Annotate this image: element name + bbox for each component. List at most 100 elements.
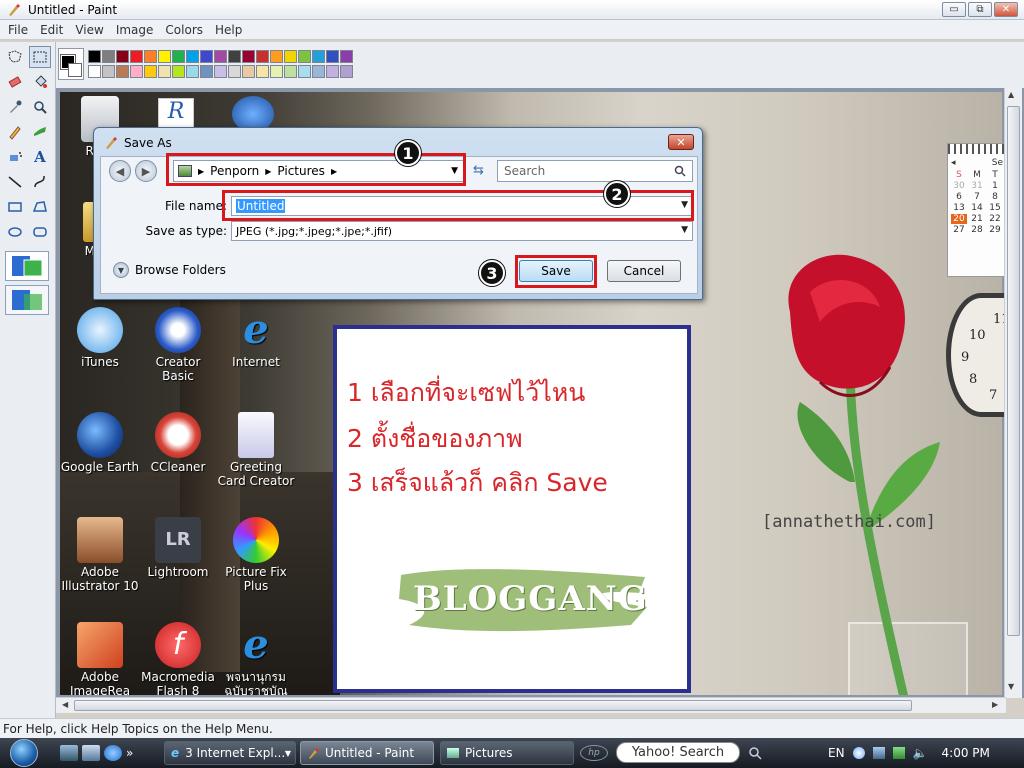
taskbar-item-paint[interactable]: Untitled - Paint [300, 741, 434, 765]
desktop-icon-internet[interactable]: e Internet [216, 307, 296, 370]
color-swatch[interactable] [102, 50, 115, 63]
desktop-icon-dictionary[interactable]: e พจนานุกรม ฉบับราชบัณ [216, 622, 296, 696]
color-swatch[interactable] [340, 50, 353, 63]
color-swatch[interactable] [144, 50, 157, 63]
color-swatch[interactable] [298, 50, 311, 63]
calendar-gadget[interactable]: ◂ Se S M T 30 31 1 6 7 8 13 14 15 20 21 22 27 28 29 [947, 143, 1007, 277]
menu-file[interactable]: File [2, 23, 34, 37]
calendar-day[interactable]: 22 [987, 214, 1003, 224]
desktop-icon-picture-fix[interactable]: Picture Fix Plus [216, 517, 296, 593]
calendar-day[interactable]: 29 [987, 225, 1003, 235]
color-swatch[interactable] [116, 65, 129, 78]
vertical-scrollbar[interactable]: ▲ ▼ [1004, 88, 1022, 698]
menu-view[interactable]: View [69, 23, 109, 37]
color-swatch[interactable] [200, 50, 213, 63]
desktop-icon-creator-basic[interactable]: Creator Basic [138, 307, 218, 383]
quick-launch-more-icon[interactable]: » [126, 746, 133, 760]
calendar-day[interactable]: 30 [951, 181, 967, 191]
eraser-icon[interactable] [4, 71, 26, 93]
rounded-rect-tool-icon[interactable] [29, 221, 51, 243]
yahoo-search-box[interactable]: Yahoo! Search [616, 742, 740, 763]
search-icon[interactable] [748, 746, 762, 760]
color-picker-icon[interactable] [4, 96, 26, 118]
close-button[interactable]: ✕ [994, 2, 1018, 17]
color-swatch[interactable] [270, 65, 283, 78]
hp-logo-icon[interactable]: hp [580, 745, 608, 761]
horizontal-scrollbar[interactable]: ◀ ▶ [56, 697, 1006, 713]
transparent-option[interactable] [5, 285, 49, 315]
color-swatch[interactable] [88, 65, 101, 78]
back-button[interactable]: ◀ [109, 160, 131, 182]
calendar-day[interactable]: 20 [951, 214, 967, 224]
color-swatch[interactable] [256, 50, 269, 63]
search-input[interactable]: Search [497, 160, 693, 182]
switch-windows-icon[interactable] [82, 745, 100, 761]
color-swatch[interactable] [242, 65, 255, 78]
browse-folders-toggle[interactable]: ▼ Browse Folders [113, 262, 226, 278]
ie-quicklaunch-icon[interactable] [104, 745, 122, 761]
desktop-icon-lightroom[interactable]: LR Lightroom [138, 517, 218, 579]
calendar-day[interactable]: 27 [951, 225, 967, 235]
scroll-up-icon[interactable]: ▲ [1008, 90, 1014, 99]
color-swatch[interactable] [340, 65, 353, 78]
taskbar-item-pictures[interactable]: Pictures [440, 741, 574, 765]
taskbar-item-ie[interactable]: e 3 Internet Expl... ▼ [164, 741, 296, 765]
dialog-close-button[interactable]: ✕ [668, 134, 694, 150]
calendar-day[interactable]: 13 [951, 203, 967, 213]
calendar-day[interactable]: 6 [951, 192, 967, 202]
show-desktop-icon[interactable] [60, 745, 78, 761]
refresh-icon[interactable]: ⇆ [473, 163, 489, 179]
calendar-day[interactable]: 28 [969, 225, 985, 235]
start-button[interactable] [0, 738, 48, 768]
menu-edit[interactable]: Edit [34, 23, 69, 37]
forward-button[interactable]: ▶ [135, 160, 157, 182]
calendar-day[interactable]: 21 [969, 214, 985, 224]
language-indicator[interactable]: EN [828, 746, 845, 760]
color-swatch[interactable] [158, 50, 171, 63]
color-swatch[interactable] [228, 50, 241, 63]
color-swatch[interactable] [130, 50, 143, 63]
network-tray-icon[interactable] [872, 747, 885, 759]
help-tray-icon[interactable] [852, 747, 865, 759]
color-swatch[interactable] [186, 50, 199, 63]
calendar-day[interactable]: 31 [969, 181, 985, 191]
color-swatch[interactable] [158, 65, 171, 78]
desktop-icon-flash[interactable]: f Macromedia Flash 8 [138, 622, 218, 695]
desktop-icon-imageready[interactable]: Adobe ImageRea [60, 622, 140, 695]
chevron-down-icon[interactable]: ▼ [681, 225, 688, 235]
volume-icon[interactable]: 🔈 [913, 746, 928, 760]
calendar-day[interactable]: 8 [987, 192, 1003, 202]
scroll-right-icon[interactable]: ▶ [992, 700, 998, 709]
color-swatch[interactable] [214, 50, 227, 63]
pencil-icon[interactable] [4, 121, 26, 143]
color-swatch[interactable] [200, 65, 213, 78]
menu-colors[interactable]: Colors [159, 23, 209, 37]
color-swatch[interactable] [214, 65, 227, 78]
color-swatch[interactable] [312, 50, 325, 63]
color-swatch[interactable] [298, 65, 311, 78]
menu-help[interactable]: Help [209, 23, 248, 37]
color-swatch[interactable] [116, 50, 129, 63]
save-type-select[interactable]: JPEG (*.jpg;*.jpeg;*.jpe;*.jfif) ▼ [231, 221, 693, 241]
fill-bucket-icon[interactable] [29, 71, 51, 93]
desktop-icon-illustrator[interactable]: Adobe Illustrator 10 [60, 517, 140, 593]
line-tool-icon[interactable] [4, 171, 26, 193]
airbrush-icon[interactable] [4, 146, 26, 168]
brush-icon[interactable] [29, 121, 51, 143]
curve-tool-icon[interactable] [29, 171, 51, 193]
color-swatch[interactable] [326, 50, 339, 63]
color-swatch[interactable] [144, 65, 157, 78]
color-swatch[interactable] [270, 50, 283, 63]
scroll-thumb[interactable] [74, 700, 912, 711]
polygon-tool-icon[interactable] [29, 196, 51, 218]
desktop-icon-google-earth[interactable]: Google Earth [60, 412, 140, 474]
rectangle-tool-icon[interactable] [4, 196, 26, 218]
color-swatch[interactable] [130, 65, 143, 78]
desktop-icon-ccleaner[interactable]: CCleaner [138, 412, 218, 474]
ellipse-tool-icon[interactable] [4, 221, 26, 243]
rect-select-icon[interactable] [29, 46, 51, 68]
color-swatch[interactable] [284, 50, 297, 63]
cancel-button[interactable]: Cancel [607, 260, 681, 282]
color-swatch[interactable] [172, 50, 185, 63]
color-swatch[interactable] [228, 65, 241, 78]
